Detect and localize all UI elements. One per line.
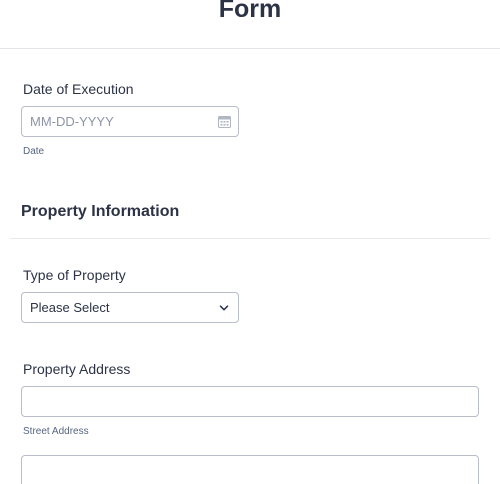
type-of-property-select[interactable]: Please Select	[21, 292, 239, 323]
header-divider	[0, 48, 500, 49]
street-address-line-2-input[interactable]	[21, 455, 479, 484]
street-address-input[interactable]	[21, 386, 479, 417]
property-address-label: Property Address	[23, 361, 131, 377]
form-title: Form	[218, 0, 282, 23]
form-page: Form Date of Execution MM-DD-YYYY Date P…	[0, 0, 500, 484]
date-placeholder: MM-DD-YYYY	[30, 114, 114, 129]
date-of-execution-input[interactable]: MM-DD-YYYY	[21, 106, 239, 137]
calendar-icon[interactable]	[218, 115, 231, 128]
property-information-heading: Property Information	[21, 203, 180, 220]
chevron-down-icon	[219, 304, 229, 310]
date-sublabel: Date	[23, 146, 45, 157]
select-value: Please Select	[30, 300, 110, 315]
date-of-execution-label: Date of Execution	[23, 81, 134, 97]
type-of-property-label: Type of Property	[23, 267, 126, 283]
street-address-sublabel: Street Address	[23, 426, 89, 437]
section-divider	[10, 238, 490, 239]
